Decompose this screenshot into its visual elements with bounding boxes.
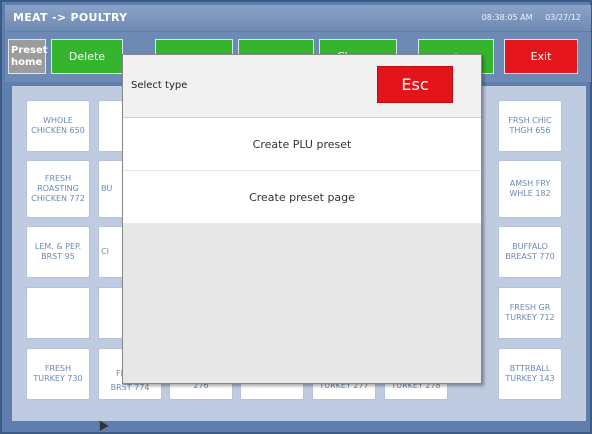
window-title: MEAT -> POULTRY [13, 11, 128, 24]
tile-label: FRESH ROASTING CHICKEN 772 [31, 174, 85, 203]
create-plu-preset-label: Create PLU preset [252, 137, 352, 151]
preset-tile[interactable]: BUFFALO BREAST 770 [498, 226, 562, 278]
preset-tile[interactable]: FRESH TURKEY 730 [26, 348, 90, 400]
preset-tile[interactable]: FRSH CHIC THGH 656 [498, 100, 562, 152]
exit-button[interactable]: Exit [504, 39, 578, 74]
delete-button[interactable]: Delete [51, 39, 123, 74]
preset-tile[interactable]: FRESH ROASTING CHICKEN 772 [26, 160, 90, 218]
clock-date: 03/27/12 [545, 13, 581, 22]
preset-tile[interactable]: LEM. & PEP. BRST 95 [26, 226, 90, 278]
preset-tile[interactable]: BTTRBALL TURKEY 143 [498, 348, 562, 400]
tile-label: BTTRBALL TURKEY 143 [505, 364, 555, 383]
app-window: MEAT -> POULTRY 08:38:05 AM 03/27/12 Pre… [0, 0, 592, 434]
preset-tile[interactable]: FRESH GR TURKEY 712 [498, 287, 562, 339]
preset-tile[interactable]: AMSH FRY WHLE 182 [498, 160, 562, 218]
tile-label: LEM. & PEP. BRST 95 [34, 242, 82, 261]
clock: 08:38:05 AM 03/27/12 [472, 13, 581, 22]
preset-tile[interactable] [26, 287, 90, 339]
preset-home-button[interactable]: Preset home [8, 39, 48, 74]
exit-label: Exit [530, 50, 552, 63]
delete-label: Delete [68, 50, 106, 63]
create-preset-page-label: Create preset page [249, 190, 355, 204]
tile-label: AMSH FRY WHLE 182 [509, 179, 551, 198]
create-preset-page-option[interactable]: Create preset page [123, 171, 481, 223]
preset-home-label-2: home [11, 57, 43, 68]
preset-tile[interactable]: WHOLE CHICKEN 650 [26, 100, 90, 152]
tile-label: BUFFALO BREAST 770 [505, 242, 555, 261]
tile-label: FRSH CHIC THGH 656 [508, 116, 552, 135]
tile-label: FRESH GR TURKEY 712 [505, 303, 555, 322]
esc-button[interactable]: Esc [377, 66, 453, 103]
tile-label: BU [101, 184, 113, 193]
clock-time: 08:38:05 AM [481, 13, 533, 22]
tile-label: FRESH TURKEY 730 [33, 364, 83, 383]
create-plu-preset-option[interactable]: Create PLU preset [123, 118, 481, 171]
tile-label: CI [101, 247, 109, 256]
select-type-dialog: Select type Esc Create PLU preset Create… [122, 54, 482, 384]
dialog-header: Select type Esc [123, 55, 481, 118]
title-bar: MEAT -> POULTRY 08:38:05 AM 03/27/12 [5, 5, 591, 31]
dialog-title: Select type [131, 80, 188, 91]
tile-label: WHOLE CHICKEN 650 [31, 116, 85, 135]
preset-home-label-1: Preset [11, 45, 48, 56]
